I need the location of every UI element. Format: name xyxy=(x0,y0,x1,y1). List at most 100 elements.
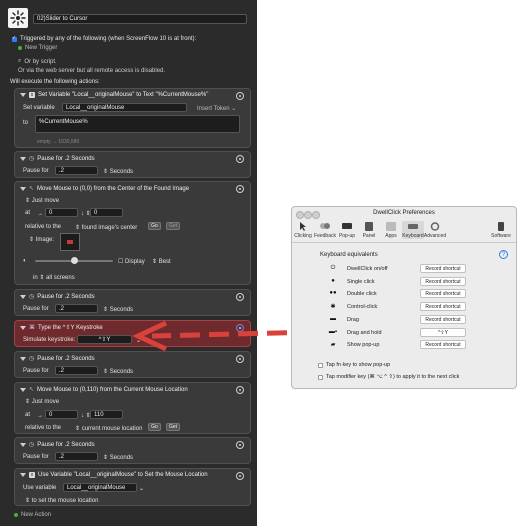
trigger-checkbox[interactable] xyxy=(12,35,17,42)
pause-value-field[interactable]: .2 xyxy=(55,304,98,313)
action-set-variable[interactable]: x Set Variable "Local__originalMouse" to… xyxy=(14,88,251,148)
fuzz-slider[interactable] xyxy=(35,257,113,264)
best-menu[interactable]: ⇕ Best xyxy=(152,258,171,265)
popup-icon xyxy=(342,223,352,229)
tap-fn-checkbox[interactable] xyxy=(318,363,323,368)
unit-label: Seconds xyxy=(109,169,134,175)
toolbar-clicking[interactable]: Clicking xyxy=(292,221,314,239)
gear-icon[interactable] xyxy=(236,355,244,363)
new-action-button[interactable]: New Action xyxy=(14,512,51,518)
toolbar-popup[interactable]: Pop-up xyxy=(336,221,358,239)
window-title: DwellClick Preferences xyxy=(373,210,435,216)
action-title: Pause for .2 Seconds xyxy=(37,355,95,362)
toolbar-software[interactable]: Software xyxy=(486,221,516,239)
disclosure-triangle-icon[interactable] xyxy=(20,325,26,330)
just-move-menu[interactable]: ⇕ Just move xyxy=(25,197,59,204)
disclosure-triangle-icon[interactable] xyxy=(20,156,26,161)
gear-icon[interactable] xyxy=(236,185,244,193)
get-button[interactable]: Get xyxy=(166,423,180,431)
toolbar-keyboard[interactable]: Keyboard xyxy=(402,221,424,239)
action-pause-1[interactable]: ◷ Pause for .2 Seconds Pause for .2 ⇕ Se… xyxy=(14,151,251,178)
variable-menu[interactable]: ⌄ xyxy=(139,485,144,492)
toolbar-apps[interactable]: Apps xyxy=(380,221,402,239)
pause-value-field[interactable]: .2 xyxy=(55,452,98,461)
insert-token-menu[interactable]: Insert Token ⌄ xyxy=(197,105,236,112)
or-via-web-text: Or via the web server but all remote acc… xyxy=(18,68,166,74)
or-via-web: Or via the web server but all remote acc… xyxy=(18,68,165,74)
disclosure-triangle-icon[interactable] xyxy=(20,387,26,392)
action-title-row: ◷ Pause for .2 Seconds xyxy=(20,293,95,300)
image-well[interactable] xyxy=(60,233,80,251)
go-button[interactable]: Go xyxy=(148,423,161,431)
pause-value-field[interactable]: .2 xyxy=(55,166,98,175)
disclosure-triangle-icon[interactable] xyxy=(20,93,26,97)
seconds-unit: ⇕ Seconds xyxy=(103,169,134,175)
record-shortcut-button[interactable]: Record shortcut xyxy=(420,276,466,286)
panel-icon xyxy=(365,222,373,231)
action-title: Set Variable "Local__originalMouse" to T… xyxy=(38,92,209,98)
relative-to-menu[interactable]: ⇕ current mouse location xyxy=(75,425,142,432)
record-shortcut-button[interactable]: Record shortcut xyxy=(420,264,466,273)
disclosure-triangle-icon[interactable] xyxy=(20,473,26,477)
action-pause-2[interactable]: ◷ Pause for .2 Seconds Pause for .2 ⇕ Se… xyxy=(14,289,251,316)
gear-icon[interactable] xyxy=(236,92,244,100)
x-field[interactable]: 0 xyxy=(45,410,78,419)
disclosure-triangle-icon[interactable] xyxy=(20,294,26,299)
action-use-variable[interactable]: x Use Variable "Local__originalMouse" to… xyxy=(14,468,251,506)
new-trigger-button[interactable]: New Trigger xyxy=(18,45,57,51)
add-icon xyxy=(14,513,18,517)
pause-label: Pause for xyxy=(23,306,49,312)
help-button[interactable]: ? xyxy=(499,250,508,259)
action-move-mouse-image[interactable]: ↖ Move Mouse to (0,0) from the Center of… xyxy=(14,181,251,285)
macro-name-field[interactable]: 02)Slider to Cursor xyxy=(33,14,247,24)
gear-icon[interactable] xyxy=(236,472,244,480)
variable-icon: x xyxy=(29,92,35,98)
in-screens[interactable]: in ⇕ all screens xyxy=(33,274,75,281)
disclosure-triangle-icon[interactable] xyxy=(20,186,26,191)
pause-label: Pause for xyxy=(23,368,49,374)
action-move-mouse-current[interactable]: ↖ Move Mouse to (0,110) from the Current… xyxy=(14,382,251,434)
action-pause-3[interactable]: ◷ Pause for .2 Seconds Pause for .2 ⇕ Se… xyxy=(14,351,251,378)
relative-to-menu[interactable]: ⇕ found image's center xyxy=(75,224,137,231)
just-move-label: Just move xyxy=(31,198,60,204)
record-shortcut-button[interactable]: ^⇧Y xyxy=(420,327,466,337)
toolbar-panel[interactable]: Panel xyxy=(358,221,380,239)
variable-name-field[interactable]: Local__originalMouse xyxy=(62,103,187,112)
gear-icon[interactable] xyxy=(236,441,244,449)
gear-icon[interactable] xyxy=(236,293,244,301)
y-field[interactable]: 110 xyxy=(90,410,123,419)
disclosure-triangle-icon[interactable] xyxy=(20,356,26,361)
record-shortcut-button[interactable]: Record shortcut xyxy=(420,314,466,324)
keystroke-field[interactable]: ^⇧Y xyxy=(77,335,132,344)
y-field[interactable]: 0 xyxy=(90,208,123,217)
go-button[interactable]: Go xyxy=(148,222,161,230)
just-move-menu[interactable]: ⇕ Just move xyxy=(25,398,59,405)
record-shortcut-button[interactable]: Record shortcut xyxy=(420,302,466,312)
slider-knob[interactable] xyxy=(71,257,78,264)
disclosure-triangle-icon[interactable] xyxy=(20,442,26,447)
toolbar-feedback[interactable]: Feedback xyxy=(314,221,336,239)
to-set-menu[interactable]: ⇕ to set the mouse location xyxy=(25,497,98,504)
toolbar-label: Advanced xyxy=(423,233,447,239)
record-shortcut-button[interactable]: Record shortcut xyxy=(420,340,466,350)
display-label: Display xyxy=(125,259,145,265)
variable-name-field[interactable]: Local__originalMouse xyxy=(63,483,137,492)
record-shortcut-button[interactable]: Record shortcut xyxy=(420,289,466,299)
gear-icon[interactable] xyxy=(236,386,244,394)
toolbar-advanced[interactable]: Advanced xyxy=(424,221,446,239)
shortcut-symbol-icon: ✱ xyxy=(330,304,336,311)
tap-fn-label: Tap fn key to show pop-up xyxy=(326,362,391,368)
display-option[interactable]: ☐ Display xyxy=(118,258,145,265)
tap-modifier-checkbox[interactable] xyxy=(318,375,323,380)
text-value-field[interactable]: %CurrentMouse% xyxy=(35,115,240,133)
get-button[interactable]: Get xyxy=(166,222,180,230)
gear-icon[interactable] xyxy=(236,155,244,163)
cursor-icon xyxy=(300,222,306,231)
clock-icon: ◷ xyxy=(29,294,35,300)
shortcut-label: Drag and hold xyxy=(347,329,382,336)
x-field[interactable]: 0 xyxy=(45,208,78,217)
trigger-description[interactable]: Triggered by any of the following (when … xyxy=(12,35,196,42)
action-pause-4[interactable]: ◷ Pause for .2 Seconds Pause for .2 ⇕ Se… xyxy=(14,437,251,464)
pause-value-field[interactable]: .2 xyxy=(55,366,98,375)
